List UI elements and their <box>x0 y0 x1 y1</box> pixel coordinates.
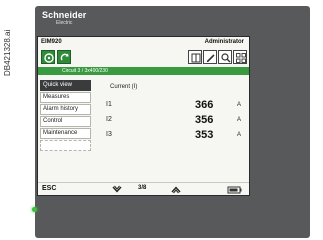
row-value: 353 <box>195 129 214 141</box>
esc-button[interactable]: ESC <box>42 185 56 192</box>
display-screen: EIM920 Administrator Circuit 3 / 3x400/2… <box>37 36 250 196</box>
sync-button[interactable] <box>57 50 71 64</box>
brand-sub: Electric <box>56 20 73 26</box>
home-icon <box>44 53 54 63</box>
network-button[interactable] <box>233 50 247 64</box>
current-row: I3 353 A <box>100 129 245 141</box>
home-button[interactable] <box>41 50 55 64</box>
search-button[interactable] <box>218 50 232 64</box>
menu-item-control[interactable]: Control <box>40 116 91 127</box>
content-title: Current (I) <box>110 84 138 90</box>
page-indicator: 3/8 <box>138 185 147 191</box>
user-mode: Administrator <box>204 39 244 45</box>
pencil-icon <box>206 54 215 63</box>
chevron-down-icon[interactable] <box>111 184 123 195</box>
chevron-up-icon[interactable] <box>170 184 182 195</box>
row-unit: A <box>237 117 242 123</box>
breadcrumb: Circuit 3 / 3x400/230 <box>38 67 249 75</box>
row-label: I1 <box>106 101 112 108</box>
search-icon <box>221 53 231 63</box>
row-label: I3 <box>106 131 112 138</box>
row-label: I2 <box>106 116 112 123</box>
menu-item-measures[interactable]: Measures <box>40 92 91 103</box>
book-icon <box>191 53 201 63</box>
brand-logo: Schneider Electric <box>42 10 86 26</box>
current-row: I1 366 A <box>100 99 245 111</box>
edit-button[interactable] <box>203 50 217 64</box>
document-id: DB421328.ai <box>3 29 12 76</box>
row-unit: A <box>237 102 242 108</box>
screen-topbar: EIM920 Administrator <box>38 37 249 47</box>
row-unit: A <box>237 132 242 138</box>
side-menu: Quick view Measures Alarm history Contro… <box>38 80 93 152</box>
current-row: I2 356 A <box>100 114 245 126</box>
menu-item-alarm-history[interactable]: Alarm history <box>40 104 91 115</box>
row-value: 366 <box>195 99 214 111</box>
menu-item-maintenance[interactable]: Maintenance <box>40 128 91 139</box>
menu-item-empty <box>40 140 91 151</box>
brand-name: Schneider <box>42 10 87 20</box>
screen-footer: ESC 3/8 <box>38 182 249 195</box>
book-button[interactable] <box>188 50 202 64</box>
row-value: 356 <box>195 114 214 126</box>
device-name: EIM920 <box>41 39 62 45</box>
network-icon <box>236 53 246 63</box>
status-led <box>32 207 37 212</box>
sync-icon <box>60 53 69 61</box>
breadcrumb-text: Circuit 3 / 3x400/230 <box>62 68 108 74</box>
menu-item-quick-view[interactable]: Quick view <box>40 80 91 91</box>
battery-icon <box>227 186 242 194</box>
